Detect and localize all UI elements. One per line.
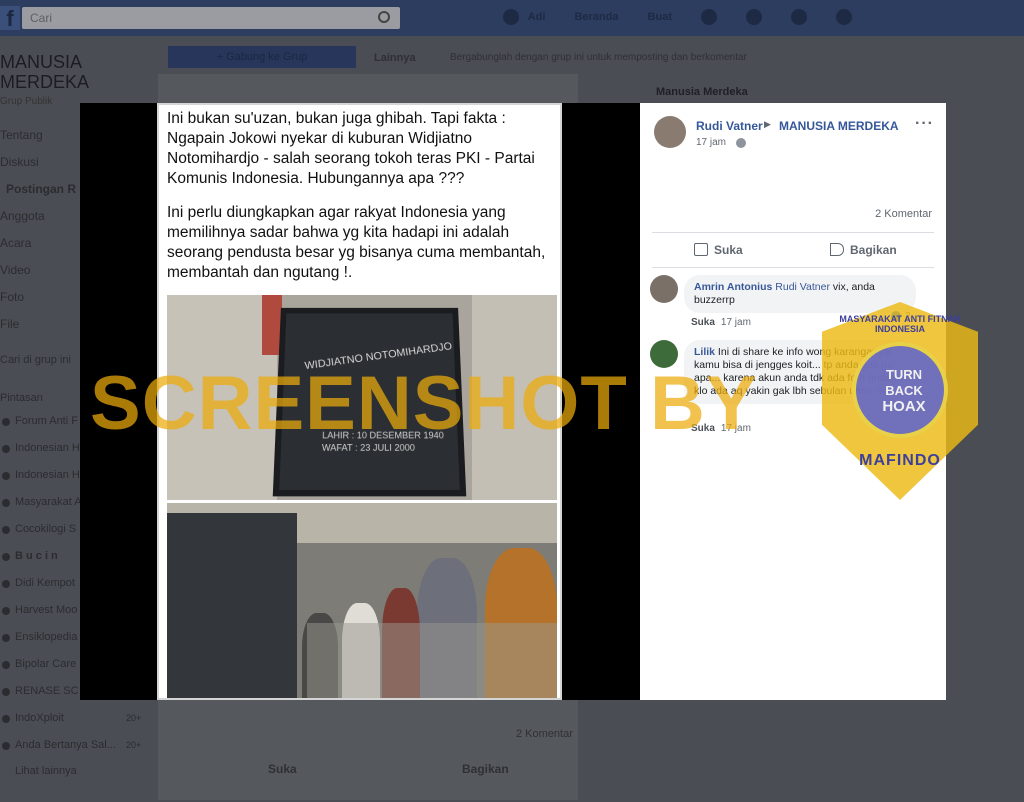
shortcut-dot-icon: [2, 553, 10, 561]
post-timestamp[interactable]: 17 jam: [696, 137, 726, 148]
top-nav-links: Adi Beranda Buat: [503, 9, 878, 25]
shortcut-item[interactable]: Harvest Moo: [15, 604, 77, 616]
search-input[interactable]: Cari: [22, 7, 400, 29]
facebook-logo-icon[interactable]: f: [0, 6, 20, 31]
shortcut-item[interactable]: Anda Bertanya Sal...: [15, 739, 116, 751]
messenger-icon[interactable]: [746, 9, 763, 25]
background-comment-count[interactable]: 2 Komentar: [516, 728, 573, 740]
background-right-header: Manusia Merdeka: [596, 74, 956, 104]
sidebar-item-events[interactable]: Acara: [0, 236, 31, 250]
share-button[interactable]: Bagikan: [830, 243, 897, 257]
top-navigation-bar: f Cari Adi Beranda Buat: [0, 0, 1024, 36]
photo-paragraph-2: Ini perlu diungkapkan agar rakyat Indone…: [167, 204, 546, 281]
post-author-link[interactable]: Rudi Vatner: [696, 119, 763, 133]
shortcut-item[interactable]: IndoXploit: [15, 712, 64, 724]
commenter-avatar[interactable]: [650, 275, 678, 303]
shortcut-dot-icon: [2, 445, 10, 453]
shortcut-dot-icon: [2, 607, 10, 615]
badge-circle: TURN BACK HOAX: [852, 342, 948, 438]
turnbackhoax-badge: MASYARAKAT ANTI FITNAH INDONESIA TURN BA…: [822, 302, 978, 500]
group-type: Grup Publik: [0, 96, 53, 107]
shortcut-dot-icon: [2, 742, 10, 750]
shortcut-dot-icon: [2, 499, 10, 507]
comment-like-button[interactable]: Suka: [691, 317, 715, 328]
create-link[interactable]: Buat: [648, 11, 672, 23]
post-group-link[interactable]: MANUSIA MERDEKA: [779, 119, 899, 133]
comment-time[interactable]: 17 jam: [721, 317, 751, 328]
comment-mention[interactable]: Rudi Vatner: [775, 281, 830, 293]
comment-meta: Suka 17 jam: [691, 317, 751, 328]
screenshot-watermark: SCREENSHOT BY: [90, 361, 758, 446]
commenter-name[interactable]: Amrin Antonius: [694, 281, 772, 293]
share-arrow-icon: [830, 243, 844, 256]
shortcut-item[interactable]: Cocokilogi S: [15, 523, 76, 535]
shortcut-dot-icon: [2, 661, 10, 669]
shortcut-count: 20+: [126, 713, 142, 723]
join-hint-text: Bergabunglah dengan grup ini untuk mempo…: [450, 52, 747, 63]
shortcuts-title: Pintasan: [0, 392, 43, 404]
grave-pedestal: [167, 513, 297, 698]
comment-count-link[interactable]: 2 Komentar: [875, 208, 932, 220]
background-group-title: Manusia Merdeka: [656, 86, 748, 98]
shortcut-dot-icon: [2, 472, 10, 480]
shortcut-item[interactable]: Indonesian H: [15, 469, 80, 481]
shortcut-dot-icon: [2, 634, 10, 642]
sidebar-item-videos[interactable]: Video: [0, 263, 30, 277]
group-name[interactable]: MANUSIA MERDEKA: [0, 52, 89, 92]
author-avatar[interactable]: [654, 116, 686, 148]
sidebar-item-files[interactable]: File: [0, 317, 19, 331]
sidebar-item-posts[interactable]: Postingan R: [6, 182, 76, 196]
divider: [652, 232, 934, 233]
help-icon[interactable]: [836, 9, 853, 25]
sidebar-item-about[interactable]: Tentang: [0, 128, 43, 142]
user-name-link[interactable]: Adi: [528, 11, 546, 23]
shortcut-dot-icon: [2, 580, 10, 588]
shortcut-item[interactable]: Forum Anti F: [15, 415, 78, 427]
divider: [652, 267, 934, 268]
shortcut-item[interactable]: Bipolar Care: [15, 658, 76, 670]
floor: [307, 623, 557, 698]
shortcut-item[interactable]: Indonesian H: [15, 442, 80, 454]
shortcut-item[interactable]: RENASE SC: [15, 685, 79, 697]
shortcut-item[interactable]: Ensiklopedia: [15, 631, 77, 643]
shortcut-dot-icon: [2, 526, 10, 534]
badge-arc-text: MASYARAKAT ANTI FITNAH INDONESIA: [839, 314, 961, 334]
shortcut-item[interactable]: Didi Kempot: [15, 577, 75, 589]
visitors-image: [167, 503, 557, 698]
globe-icon: [736, 138, 746, 148]
notifications-icon[interactable]: [791, 9, 808, 25]
background-like-button[interactable]: Suka: [268, 762, 297, 776]
like-button[interactable]: Suka: [694, 243, 743, 257]
more-button[interactable]: Lainnya: [374, 52, 416, 64]
background-share-button[interactable]: Bagikan: [462, 762, 509, 776]
friends-icon[interactable]: [701, 9, 718, 25]
search-placeholder: Cari: [30, 11, 53, 25]
shortcut-dot-icon: [2, 418, 10, 426]
sidebar-item-photos[interactable]: Foto: [0, 290, 24, 304]
photo-paragraph-1: Ini bukan su'uzan, bukan juga ghibah. Ta…: [167, 110, 535, 187]
search-icon[interactable]: [378, 11, 390, 23]
shortcut-dot-icon: [2, 688, 10, 696]
shortcut-count: 20+: [126, 740, 142, 750]
shortcut-item[interactable]: Masyarakat A: [15, 496, 82, 508]
photo-caption-text: Ini bukan su'uzan, bukan juga ghibah. Ta…: [167, 109, 552, 297]
more-options-icon[interactable]: ···: [915, 115, 934, 133]
join-group-button[interactable]: + Gabung ke Grup: [168, 46, 356, 68]
shortcut-item[interactable]: B u c i n: [15, 550, 58, 562]
group-search-label[interactable]: Cari di grup ini: [0, 354, 71, 366]
user-avatar-icon[interactable]: [503, 9, 519, 25]
sidebar-item-members[interactable]: Anggota: [0, 209, 45, 223]
commenter-name[interactable]: Lilik: [694, 346, 715, 358]
see-more-link[interactable]: Lihat lainnya: [15, 765, 77, 777]
badge-bottom-text: MAFINDO: [859, 452, 941, 469]
sidebar-item-discussion[interactable]: Diskusi: [0, 155, 39, 169]
badge-line-2: BACK: [885, 383, 923, 398]
home-link[interactable]: Beranda: [574, 11, 618, 23]
thumbs-up-icon: [694, 243, 708, 256]
badge-line-3: HOAX: [882, 398, 926, 415]
badge-line-1: TURN: [885, 367, 923, 382]
arrow-right-icon: ▶: [764, 119, 771, 129]
shortcut-dot-icon: [2, 715, 10, 723]
